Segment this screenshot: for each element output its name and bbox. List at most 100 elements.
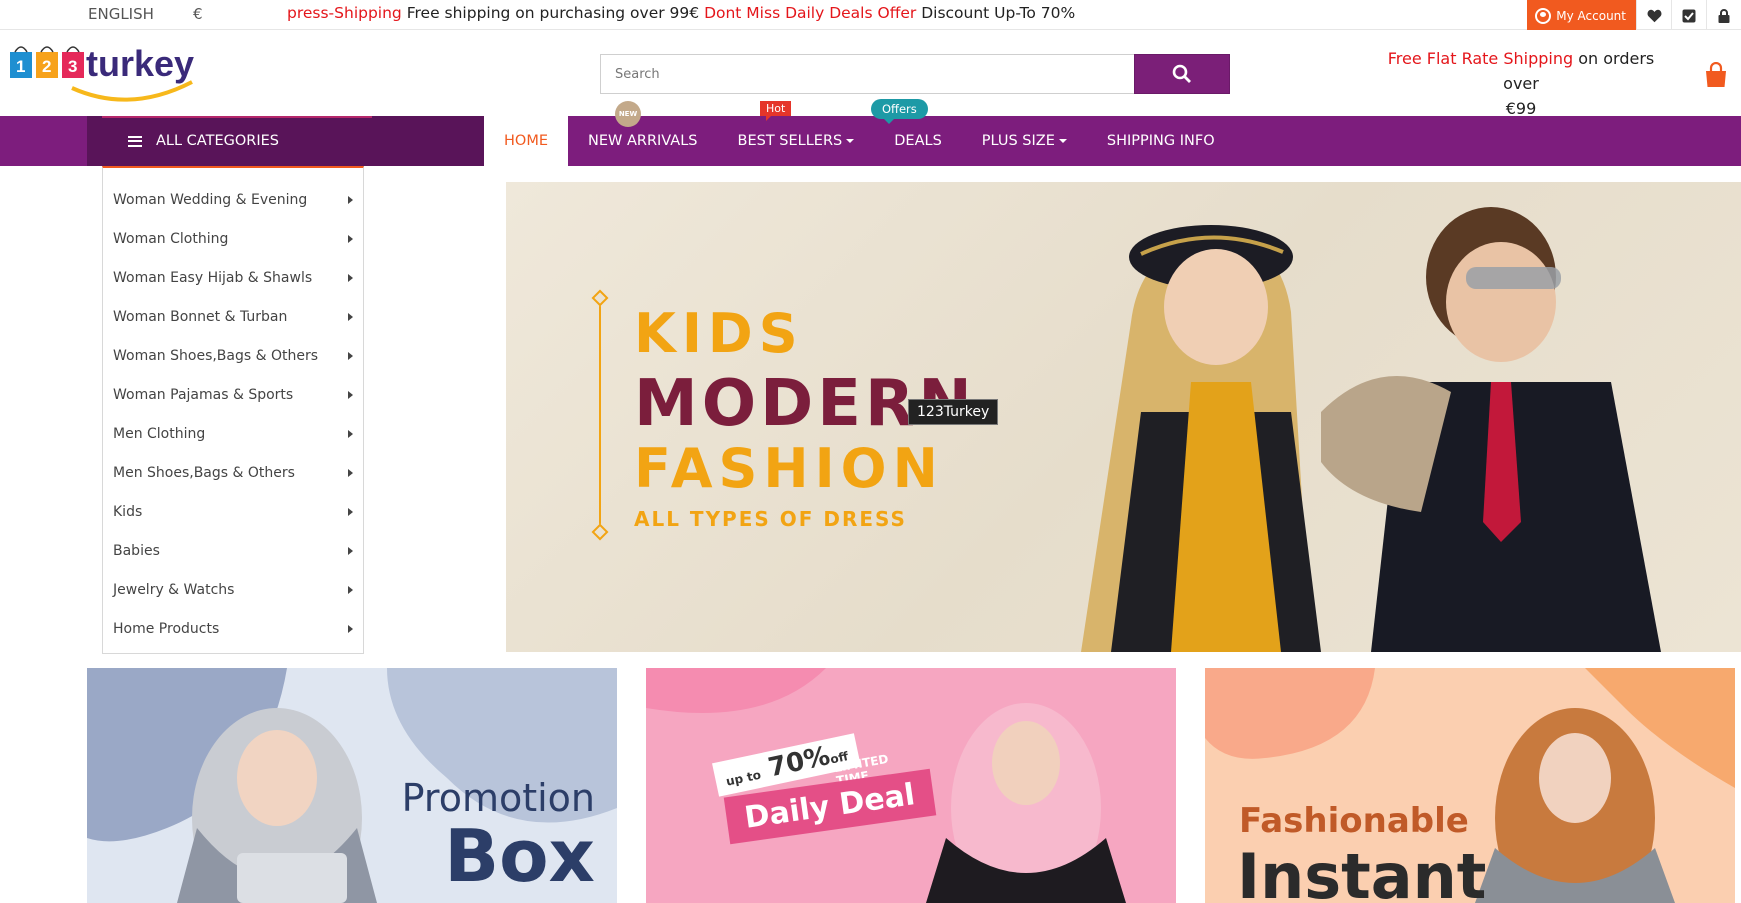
announcement-marquee: press-Shipping Free shipping on purchasi… xyxy=(287,4,1075,22)
nav-home[interactable]: HOME xyxy=(484,116,568,166)
category-item[interactable]: Kids xyxy=(103,492,363,531)
svg-text:2: 2 xyxy=(42,57,51,76)
caret-right-icon xyxy=(348,468,353,477)
category-item[interactable]: Babies xyxy=(103,531,363,570)
category-item[interactable]: Woman Pajamas & Sports xyxy=(103,375,363,414)
search-icon xyxy=(1172,64,1191,83)
menu-icon xyxy=(128,135,142,147)
hero-line-fashion: FASHION xyxy=(634,437,944,500)
my-account-label: My Account xyxy=(1556,8,1626,23)
category-item[interactable]: Woman Clothing xyxy=(103,219,363,258)
caret-right-icon xyxy=(348,546,353,555)
search-input[interactable] xyxy=(600,54,1134,94)
caret-right-icon xyxy=(348,624,353,633)
category-menu: Woman Wedding & Evening Woman Clothing W… xyxy=(102,166,364,654)
fashionable-instant-banner[interactable]: Fashionable Instant xyxy=(1205,668,1735,903)
caret-right-icon xyxy=(348,429,353,438)
category-item[interactable]: Woman Shoes,Bags & Others xyxy=(103,336,363,375)
category-item[interactable]: Home Products xyxy=(103,609,363,648)
currency-selector[interactable]: € xyxy=(193,5,203,23)
instant-subtitle: Instant xyxy=(1237,840,1487,903)
nav-shipping-info[interactable]: SHIPPING INFO xyxy=(1087,116,1235,166)
caret-right-icon xyxy=(348,507,353,516)
wishlist-button[interactable] xyxy=(1636,0,1671,31)
category-label: Woman Clothing xyxy=(113,230,229,247)
cart-button[interactable] xyxy=(1703,61,1729,88)
category-item[interactable]: Jewelry & Watchs xyxy=(103,570,363,609)
language-selector[interactable]: ENGLISH xyxy=(88,5,154,23)
checkbox-icon xyxy=(1682,9,1696,22)
site-header: 1 2 3 turkey Free Flat Rate Shipping on … xyxy=(0,30,1741,118)
promo-box-subtitle: Box xyxy=(444,814,595,898)
caret-right-icon xyxy=(348,273,353,282)
svg-text:turkey: turkey xyxy=(86,43,194,84)
caret-right-icon xyxy=(348,390,353,399)
compare-button[interactable] xyxy=(1671,0,1706,31)
hero-line-kids: KIDS xyxy=(634,302,804,365)
category-label: Men Clothing xyxy=(113,425,206,442)
hero-banner[interactable]: KIDS MODERN FASHION ALL TYPES OF DRESS 1… xyxy=(506,182,1741,652)
nav-deals-label: DEALS xyxy=(894,133,942,149)
nav-new-arrivals-label: NEW ARRIVALS xyxy=(588,133,698,149)
user-icon xyxy=(1535,7,1552,24)
top-bar: ENGLISH € press-Shipping Free shipping o… xyxy=(0,0,1741,31)
hero-subtitle: ALL TYPES OF DRESS xyxy=(634,507,907,531)
all-categories-button[interactable]: ALL CATEGORIES xyxy=(87,116,484,166)
discount-upto: up to xyxy=(724,767,763,789)
logo-graphic: 1 2 3 turkey xyxy=(10,43,194,102)
all-categories-label: ALL CATEGORIES xyxy=(156,133,279,149)
svg-text:1: 1 xyxy=(16,57,25,76)
caret-right-icon xyxy=(348,195,353,204)
nav-links: HOME NEW ARRIVALS BEST SELLERS DEALS PLU… xyxy=(484,99,1235,166)
hero-decor-line xyxy=(599,300,601,530)
category-item[interactable]: Men Clothing xyxy=(103,414,363,453)
caret-right-icon xyxy=(348,351,353,360)
main-nav: ALL CATEGORIES HOME NEW ARRIVALS BEST SE… xyxy=(0,99,1741,166)
heart-icon xyxy=(1647,9,1661,22)
category-item[interactable]: Men Shoes,Bags & Others xyxy=(103,453,363,492)
category-label: Woman Pajamas & Sports xyxy=(113,386,294,403)
svg-text:3: 3 xyxy=(68,57,77,76)
new-badge: NEW xyxy=(615,101,641,127)
shipping-promo: Free Flat Rate Shipping on orders over €… xyxy=(1376,46,1666,121)
shipping-highlight: Free Flat Rate Shipping xyxy=(1387,49,1574,68)
nav-home-label: HOME xyxy=(504,133,548,149)
category-label: Woman Wedding & Evening xyxy=(113,191,308,208)
search-button[interactable] xyxy=(1134,54,1230,94)
category-label: Babies xyxy=(113,542,160,559)
lock-icon xyxy=(1718,8,1730,23)
caret-right-icon xyxy=(348,585,353,594)
my-account-button[interactable]: My Account xyxy=(1527,0,1636,31)
promo-box-banner[interactable]: Promotion Box xyxy=(87,668,617,903)
category-label: Men Shoes,Bags & Others xyxy=(113,464,295,481)
category-item[interactable]: Woman Easy Hijab & Shawls xyxy=(103,258,363,297)
category-item[interactable]: Woman Bonnet & Turban xyxy=(103,297,363,336)
caret-right-icon xyxy=(348,234,353,243)
nav-new-arrivals[interactable]: NEW ARRIVALS xyxy=(568,116,718,166)
top-right-actions: My Account xyxy=(1527,0,1741,31)
nav-plus-size[interactable]: PLUS SIZE xyxy=(962,116,1087,166)
site-logo[interactable]: 1 2 3 turkey xyxy=(10,42,230,112)
fashionable-title: Fashionable xyxy=(1239,801,1469,841)
offers-badge: Offers xyxy=(871,99,928,124)
category-label: Woman Bonnet & Turban xyxy=(113,308,288,325)
marquee-discount: Discount Up-To 70% xyxy=(916,4,1076,22)
category-label: Woman Easy Hijab & Shawls xyxy=(113,269,313,286)
caret-right-icon xyxy=(348,312,353,321)
daily-deal-banner[interactable]: up to 70%off LIMITED TIME ONLY Daily Dea… xyxy=(646,668,1176,903)
category-item[interactable]: Woman Wedding & Evening xyxy=(103,180,363,219)
caret-down-icon xyxy=(846,139,855,143)
hot-badge: Hot xyxy=(760,101,792,121)
nav-best-sellers-label: BEST SELLERS xyxy=(737,133,843,149)
marquee-free-shipping: Free shipping on purchasing over 99€ xyxy=(401,4,705,22)
marquee-express-shipping: press-Shipping xyxy=(287,4,402,22)
category-label: Home Products xyxy=(113,620,220,637)
category-label: Kids xyxy=(113,503,143,520)
category-label: Woman Shoes,Bags & Others xyxy=(113,347,319,364)
nav-best-sellers[interactable]: BEST SELLERS xyxy=(718,116,875,166)
hero-kids-photo xyxy=(1081,207,1661,652)
logo-tooltip: 123Turkey xyxy=(908,399,999,425)
login-button[interactable] xyxy=(1706,0,1741,31)
category-label: Jewelry & Watchs xyxy=(113,581,235,598)
marquee-daily-deals: Dont Miss Daily Deals Offer xyxy=(704,4,917,22)
